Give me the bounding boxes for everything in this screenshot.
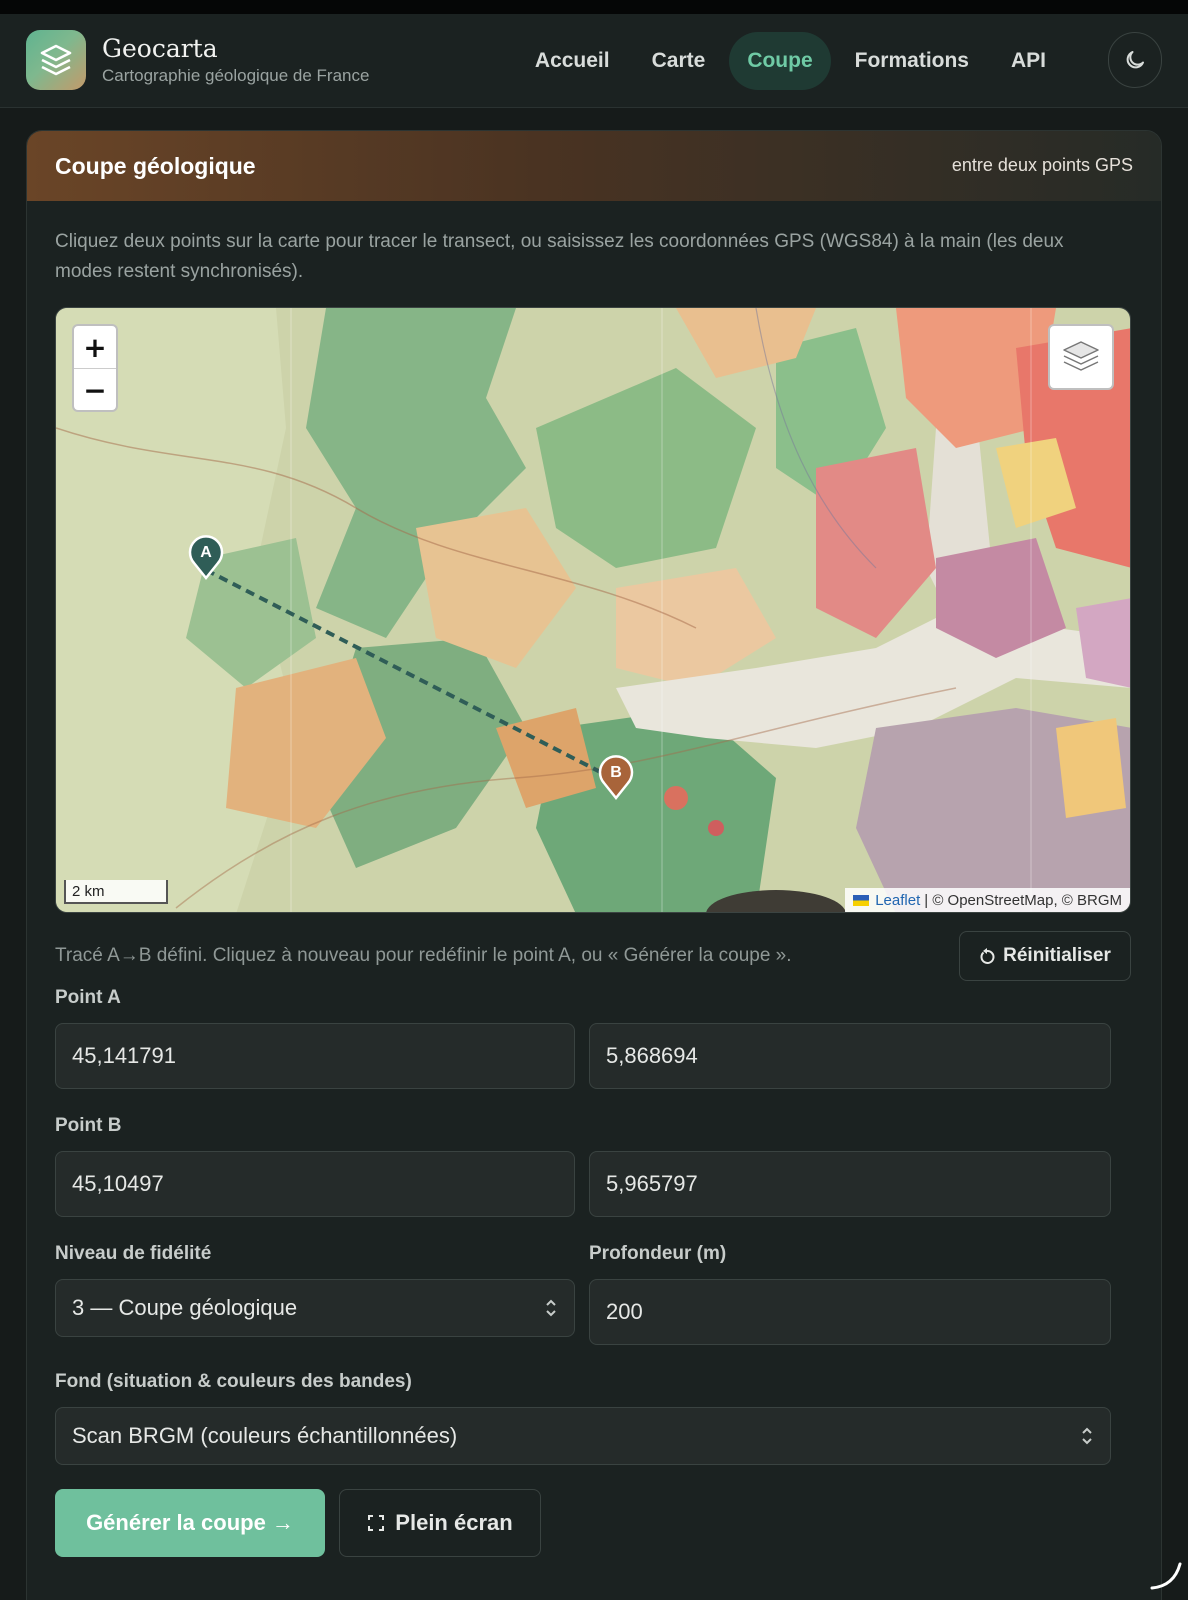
ukraine-flag-icon	[853, 894, 870, 906]
nav-api[interactable]: API	[993, 32, 1064, 90]
app-title: Geocarta	[102, 34, 218, 63]
window-corner-decoration	[1150, 1562, 1182, 1590]
reset-icon	[980, 948, 995, 964]
map-attribution: Leaflet | © OpenStreetMap, © BRGM	[845, 888, 1130, 912]
zoom-in-button[interactable]: +	[74, 326, 116, 369]
layers-logo-icon	[40, 44, 72, 76]
fullscreen-label: Plein écran	[395, 1510, 513, 1535]
app-subtitle: Cartographie géologique de France	[102, 66, 370, 85]
point-a-lat-input[interactable]: 45,141791	[55, 1023, 575, 1089]
map-view[interactable]: A B + − 2 km Leaflet | © OpenStreetMap, …	[55, 307, 1131, 913]
point-a-label: Point A	[55, 987, 121, 1008]
card-title: Coupe géologique	[55, 153, 256, 179]
card-subtitle: entre deux points GPS	[951, 155, 1133, 175]
marker-b-label: B	[610, 764, 622, 781]
attribution-text: | © OpenStreetMap, © BRGM	[924, 891, 1122, 909]
select-chevron-icon	[1082, 1427, 1092, 1445]
generate-section-button[interactable]: Générer la coupe →	[55, 1489, 325, 1557]
reset-label: Réinitialiser	[1003, 945, 1111, 966]
nav-carte[interactable]: Carte	[634, 32, 724, 90]
main-nav: Accueil Carte Coupe Formations API	[517, 32, 1064, 90]
fidelity-select[interactable]: 3 — Coupe géologique	[55, 1279, 575, 1337]
section-card: Coupe géologique entre deux points GPS C…	[26, 130, 1162, 1600]
window-top-strip	[0, 0, 1188, 14]
background-value: Scan BRGM (couleurs échantillonnées)	[72, 1423, 458, 1448]
layers-icon	[1063, 341, 1099, 371]
depth-input[interactable]: 200	[589, 1279, 1111, 1345]
theme-toggle-button[interactable]	[1108, 32, 1162, 88]
nav-formations[interactable]: Formations	[837, 32, 987, 90]
moon-icon	[1126, 51, 1144, 69]
marker-a[interactable]: A	[188, 534, 224, 580]
reset-button[interactable]: Réinitialiser	[959, 931, 1131, 981]
point-a-lon-input[interactable]: 5,868694	[589, 1023, 1111, 1089]
nav-coupe[interactable]: Coupe	[729, 32, 831, 90]
logo[interactable]	[26, 30, 86, 90]
background-label: Fond (situation & couleurs des bandes)	[55, 1371, 412, 1392]
zoom-out-button[interactable]: −	[74, 369, 116, 410]
fullscreen-button[interactable]: Plein écran	[339, 1489, 541, 1557]
point-b-lat-input[interactable]: 45,10497	[55, 1151, 575, 1217]
leaflet-link[interactable]: Leaflet	[875, 892, 920, 909]
marker-b[interactable]: B	[598, 754, 634, 800]
marker-a-label: A	[200, 544, 212, 561]
select-chevron-icon	[546, 1299, 556, 1317]
card-header: Coupe géologique entre deux points GPS	[27, 131, 1161, 201]
app-header: Geocarta Cartographie géologique de Fran…	[0, 14, 1188, 108]
fullscreen-icon	[368, 1515, 385, 1531]
status-text: Tracé A→B défini. Cliquez à nouveau pour…	[55, 945, 792, 966]
depth-label: Profondeur (m)	[589, 1243, 727, 1264]
geologic-map-tiles	[56, 308, 1130, 912]
fidelity-value: 3 — Coupe géologique	[72, 1295, 298, 1320]
zoom-control: + −	[72, 324, 118, 412]
layers-control-button[interactable]	[1048, 324, 1114, 390]
background-select[interactable]: Scan BRGM (couleurs échantillonnées)	[55, 1407, 1111, 1465]
intro-text: Cliquez deux points sur la carte pour tr…	[55, 231, 1064, 282]
map-scale: 2 km	[64, 880, 168, 904]
point-b-label: Point B	[55, 1115, 122, 1136]
fidelity-label: Niveau de fidélité	[55, 1243, 212, 1264]
nav-accueil[interactable]: Accueil	[517, 32, 628, 90]
point-b-lon-input[interactable]: 5,965797	[589, 1151, 1111, 1217]
